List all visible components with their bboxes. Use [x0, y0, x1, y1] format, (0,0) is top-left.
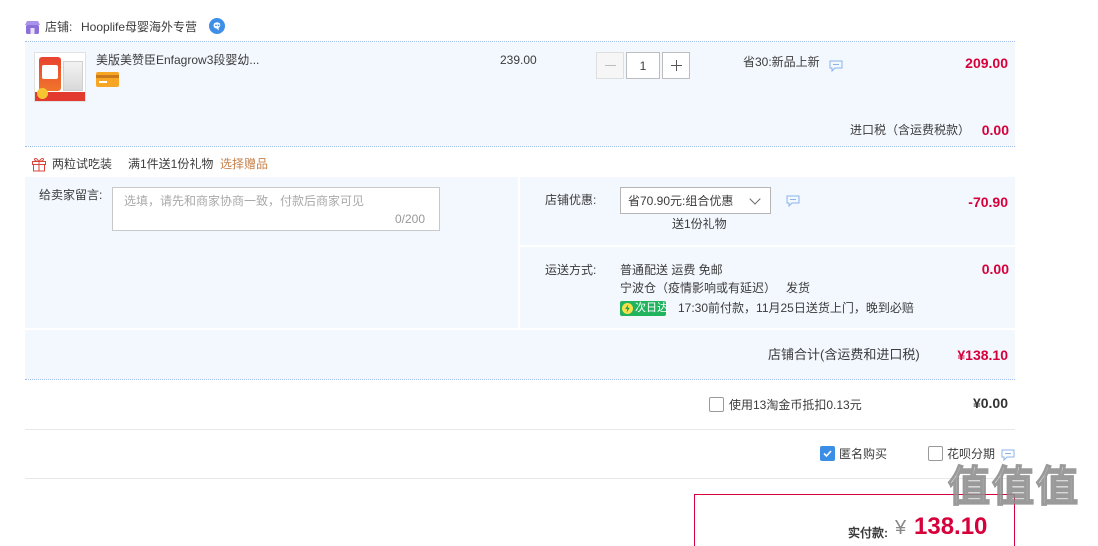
- coins-label: 使用13淘金币抵扣0.13元: [729, 398, 862, 412]
- item-divider: [25, 146, 1015, 147]
- huabei-label: 花呗分期: [947, 447, 996, 461]
- coins-checkbox[interactable]: [709, 397, 724, 412]
- coins-divider: [25, 429, 1015, 430]
- product-image-label: [42, 65, 58, 79]
- store-total-divider: [25, 379, 1015, 380]
- coins-value: ¥0.00: [972, 395, 1008, 411]
- chevron-down-icon: [749, 193, 761, 205]
- product-image-seal: [37, 88, 48, 99]
- shop-icon: [25, 21, 40, 34]
- plus-icon-vertical: [676, 60, 677, 71]
- store-total-value: ¥138.10: [957, 347, 1008, 363]
- store-label: 店铺:: [45, 20, 73, 34]
- lightning-icon: [622, 303, 633, 314]
- next-day-badge: 次日达: [620, 301, 668, 316]
- order-confirm-page: 店铺: Hooplife母婴海外专营 美版美赞臣Enfagrow3段婴幼... …: [0, 0, 1098, 546]
- seller-message-input[interactable]: [112, 187, 440, 231]
- wangwang-chat-icon[interactable]: [209, 18, 225, 34]
- quantity-input[interactable]: [626, 52, 660, 79]
- huabei-comment-icon[interactable]: [1001, 449, 1015, 461]
- discount-value: -70.90: [968, 194, 1008, 210]
- discount-label: 店铺优惠:: [545, 193, 597, 207]
- payment-amount: 138.10: [914, 513, 988, 540]
- quantity-decrease-button[interactable]: [596, 52, 624, 79]
- next-day-badge-text: 次日达: [635, 302, 668, 314]
- message-label: 给卖家留言:: [39, 188, 103, 202]
- promo-comment-icon[interactable]: [829, 60, 843, 72]
- shipping-warehouse: 宁波仓（疫情影响或有延迟）: [620, 281, 777, 295]
- shipping-method: 普通配送 运费 免邮: [620, 263, 723, 277]
- payment-label: 实付款:: [848, 526, 888, 540]
- shipping-value: 0.00: [981, 261, 1009, 277]
- item-promo: 省30:新品上新: [743, 55, 820, 69]
- shipping-ship-word: 发货: [786, 281, 811, 295]
- import-tax-label: 进口税（含运费税款）: [850, 123, 971, 137]
- gift-rule: 满1件送1份礼物: [128, 157, 214, 171]
- unit-price: 239.00: [500, 53, 537, 67]
- item-subtotal: 209.00: [965, 55, 1008, 71]
- check-icon: [823, 450, 832, 458]
- anonymous-label: 匿名购买: [839, 447, 888, 461]
- anonymous-checkbox[interactable]: [820, 446, 835, 461]
- product-title-link[interactable]: 美版美赞臣Enfagrow3段婴幼...: [96, 53, 259, 67]
- payment-currency: ¥: [895, 517, 907, 539]
- discount-select[interactable]: 省70.90元:组合优惠: [620, 187, 771, 214]
- options-divider: [25, 478, 1015, 479]
- quantity-increase-button[interactable]: [662, 52, 690, 79]
- product-image[interactable]: [34, 52, 86, 102]
- credit-card-icon: [96, 72, 119, 87]
- discount-selected-value: 省70.90元:组合优惠: [628, 194, 734, 208]
- minus-icon: [605, 65, 616, 66]
- product-image-box: [63, 61, 83, 91]
- store-name-link[interactable]: Hooplife母婴海外专营: [81, 20, 197, 34]
- select-gift-link[interactable]: 选择赠品: [220, 157, 268, 171]
- store-total-label: 店铺合计(含运费和进口税): [768, 347, 920, 362]
- discount-note: 送1份礼物: [672, 217, 727, 231]
- gift-name: 两粒试吃装: [52, 157, 113, 171]
- shipping-promise: 17:30前付款，11月25日送货上门，晚到必赔: [678, 301, 914, 315]
- gift-icon: [32, 157, 46, 172]
- message-counter: 0/200: [395, 212, 426, 226]
- huabei-checkbox[interactable]: [928, 446, 943, 461]
- shipping-label: 运送方式:: [545, 263, 597, 277]
- import-tax-value: 0.00: [981, 122, 1009, 138]
- discount-comment-icon[interactable]: [786, 195, 800, 207]
